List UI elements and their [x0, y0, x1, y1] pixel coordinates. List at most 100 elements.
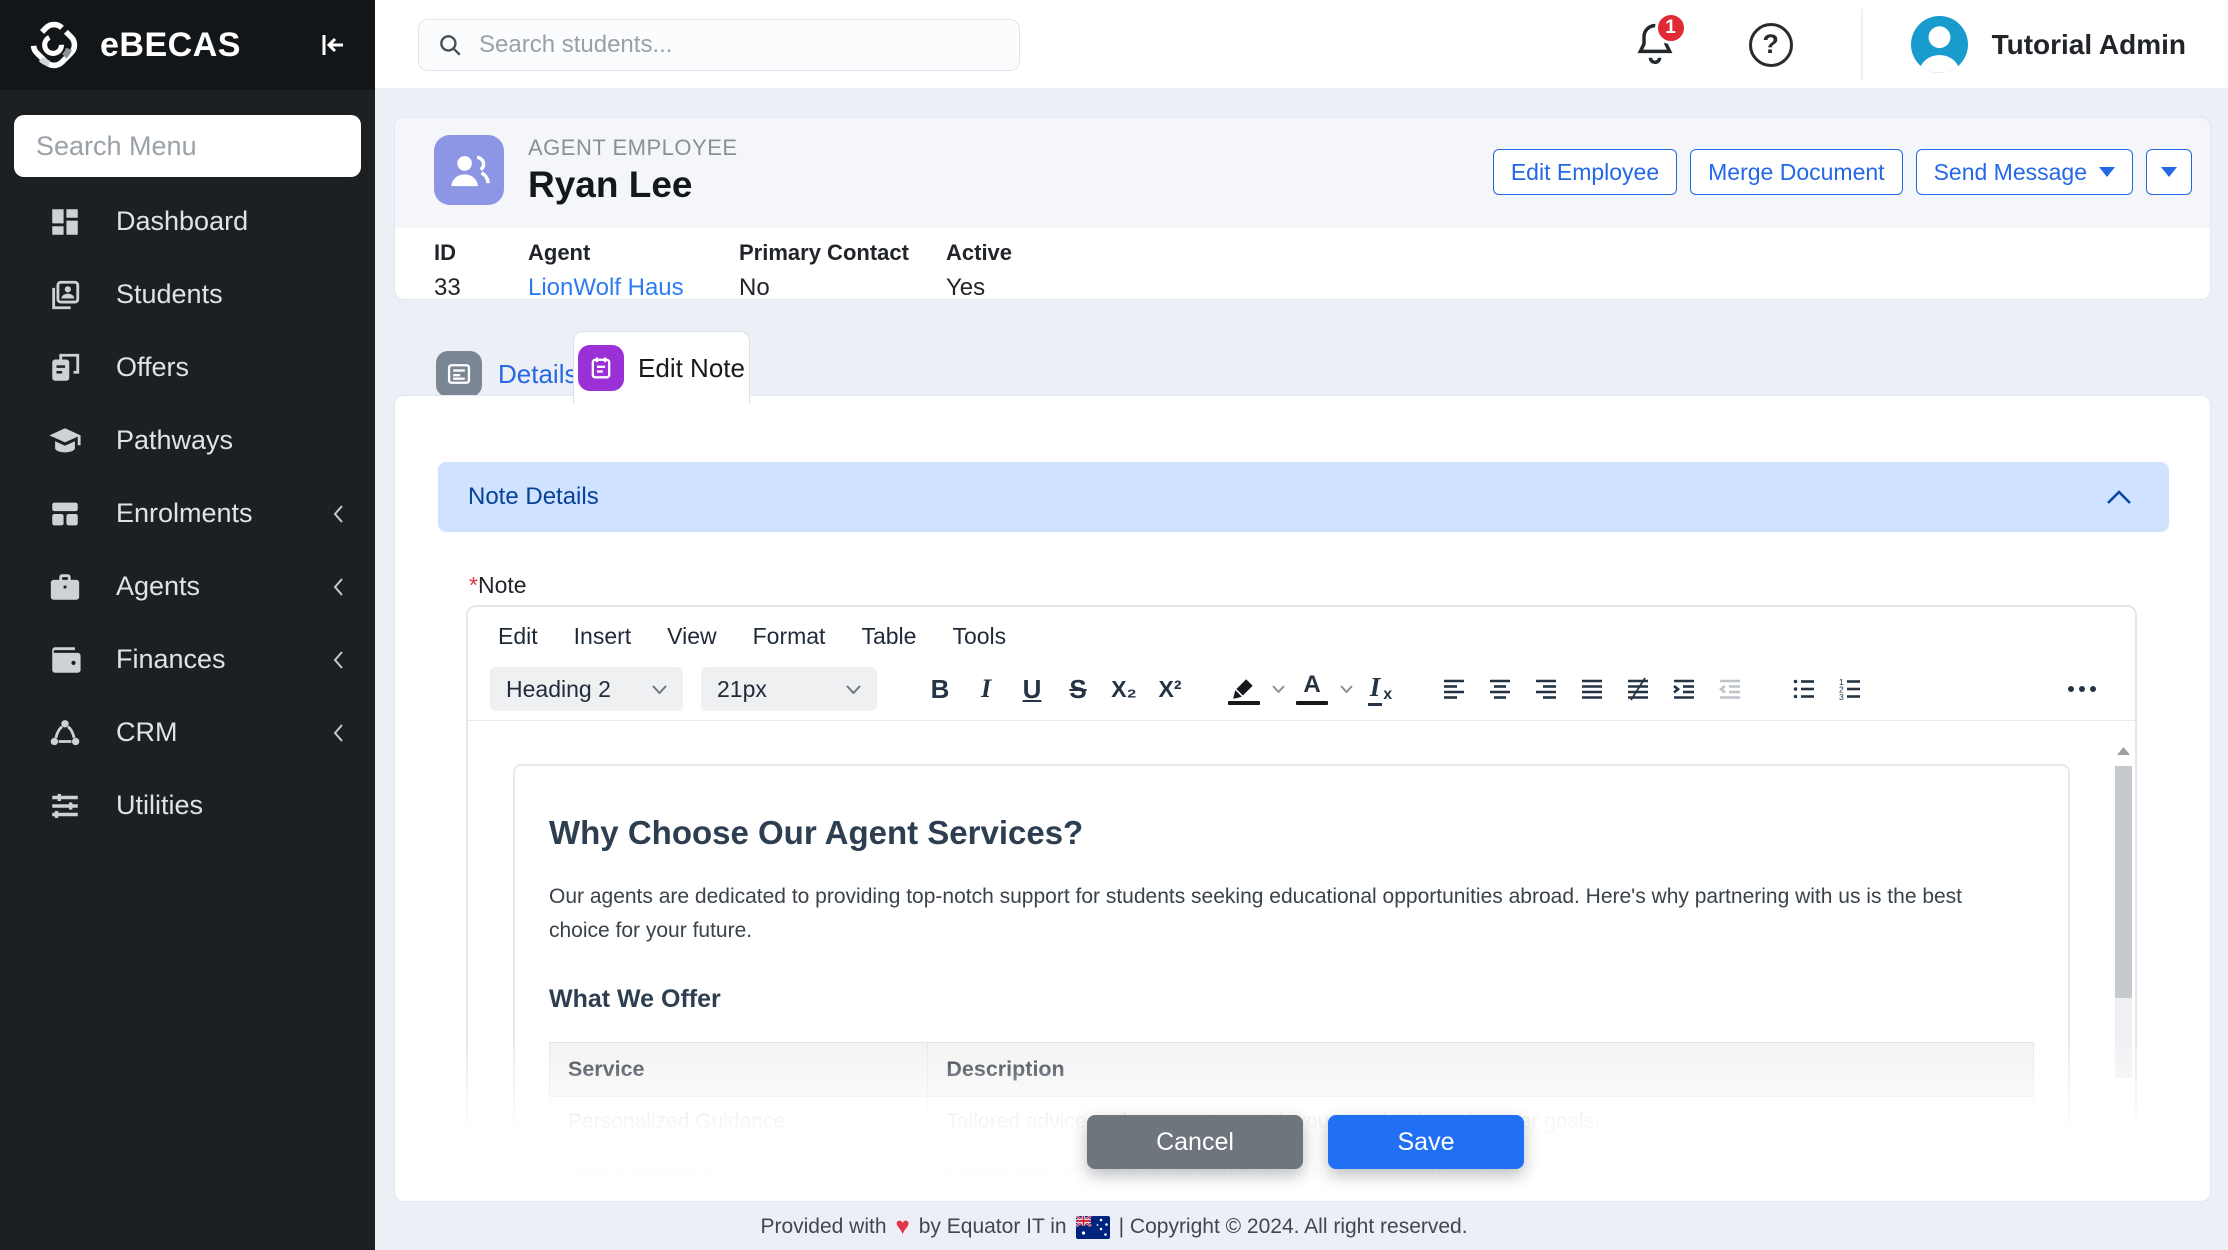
- agent-actions: Edit Employee Merge Document Send Messag…: [1493, 149, 2192, 195]
- search-icon: [437, 32, 463, 58]
- sidebar-item-offers[interactable]: Offers: [0, 331, 375, 404]
- align-right-button[interactable]: [1523, 667, 1569, 711]
- scrollbar-track: [2115, 998, 2132, 1078]
- table-header-description: Description: [928, 1043, 2034, 1097]
- menu-format[interactable]: Format: [753, 623, 826, 650]
- clear-formatting-button[interactable]: Ix: [1357, 667, 1403, 711]
- student-search-box[interactable]: [418, 19, 1020, 71]
- sidebar-item-dashboard[interactable]: Dashboard: [0, 185, 375, 258]
- note-subheading: What We Offer: [549, 985, 2034, 1014]
- outdent-button[interactable]: [1707, 667, 1753, 711]
- numbered-list-button[interactable]: 1 2 3: [1827, 667, 1873, 711]
- scrollbar-thumb[interactable]: [2115, 766, 2132, 998]
- chevron-left-icon: [332, 649, 345, 671]
- sidebar-item-label: Dashboard: [116, 206, 248, 237]
- chevron-left-icon: [332, 722, 345, 744]
- highlight-color-button[interactable]: [1221, 667, 1267, 711]
- editor-menubar: Edit Insert View Format Table Tools: [468, 607, 2135, 650]
- bold-button[interactable]: B: [917, 667, 963, 711]
- block-format-select[interactable]: Heading 2: [490, 667, 683, 711]
- heart-icon: ♥: [896, 1213, 910, 1241]
- sidebar-item-label: Agents: [116, 571, 200, 602]
- menu-view[interactable]: View: [667, 623, 716, 650]
- note-heading: Why Choose Our Agent Services?: [549, 814, 2034, 852]
- sidebar-item-crm[interactable]: CRM: [0, 696, 375, 769]
- more-actions-dropdown-button[interactable]: [2146, 149, 2192, 195]
- menu-table[interactable]: Table: [861, 623, 916, 650]
- indent-button[interactable]: [1661, 667, 1707, 711]
- question-mark-icon: ?: [1762, 29, 1779, 60]
- text-color-bar: [1296, 701, 1328, 705]
- agent-employee-icon: [434, 135, 504, 205]
- sidebar-item-pathways[interactable]: Pathways: [0, 404, 375, 477]
- topbar-divider: [1861, 9, 1863, 81]
- cancel-button[interactable]: Cancel: [1087, 1115, 1303, 1169]
- superscript-button[interactable]: X²: [1147, 667, 1193, 711]
- sidebar-collapse-icon[interactable]: [317, 29, 349, 61]
- ellipsis-icon: [2067, 685, 2097, 693]
- align-left-button[interactable]: [1431, 667, 1477, 711]
- bullet-list-button[interactable]: [1781, 667, 1827, 711]
- sidebar-search-input[interactable]: [14, 115, 361, 177]
- font-size-select[interactable]: 21px: [701, 667, 877, 711]
- strikethrough-button[interactable]: S: [1055, 667, 1101, 711]
- notifications-button[interactable]: 1: [1633, 20, 1679, 70]
- text-color-button[interactable]: A: [1289, 667, 1335, 711]
- footer-text-provided: Provided with: [760, 1215, 886, 1239]
- ebecas-logo-icon: [26, 17, 82, 73]
- topbar-right: 1 ? Tutorial Admin: [1633, 0, 2228, 89]
- chevron-up-icon[interactable]: [2105, 489, 2133, 505]
- finances-wallet-icon: [48, 643, 82, 677]
- tab-edit-note[interactable]: Edit Note: [573, 331, 750, 404]
- students-icon: [48, 278, 82, 312]
- editor-scrollbar[interactable]: [2112, 738, 2135, 1187]
- note-paragraph: Our agents are dedicated to providing to…: [549, 880, 2027, 947]
- menu-insert[interactable]: Insert: [574, 623, 632, 650]
- sidebar-item-finances[interactable]: Finances: [0, 623, 375, 696]
- notification-badge: 1: [1655, 12, 1687, 44]
- align-center-button[interactable]: [1477, 667, 1523, 711]
- edit-employee-button[interactable]: Edit Employee: [1493, 149, 1677, 195]
- sidebar: eBECAS Dashboard: [0, 0, 375, 1250]
- note-details-collapse-header[interactable]: Note Details: [438, 462, 2169, 532]
- agent-employee-card: AGENT EMPLOYEE Ryan Lee Edit Employee Me…: [394, 117, 2211, 300]
- table-header-row: Service Description: [550, 1043, 2034, 1097]
- required-asterisk: *: [469, 572, 478, 598]
- underline-button[interactable]: U: [1009, 667, 1055, 711]
- more-toolbar-options-button[interactable]: [2059, 667, 2105, 711]
- table-header-service: Service: [550, 1043, 928, 1097]
- sidebar-item-enrolments[interactable]: Enrolments: [0, 477, 375, 550]
- highlighter-icon: [1231, 677, 1257, 701]
- chevron-left-icon: [332, 576, 345, 598]
- save-button[interactable]: Save: [1328, 1115, 1524, 1169]
- student-search-input[interactable]: [477, 30, 1001, 60]
- menu-edit[interactable]: Edit: [498, 623, 538, 650]
- agent-summary-fields: ID 33 Agent LionWolf Haus Primary Contac…: [395, 228, 2210, 299]
- scrollbar-up-arrow[interactable]: [2112, 742, 2135, 760]
- page-title: Ryan Lee: [528, 164, 693, 206]
- text-color-caret[interactable]: [1335, 667, 1357, 711]
- italic-button[interactable]: I: [963, 667, 1009, 711]
- footer-text-by: by Equator IT in: [919, 1215, 1067, 1239]
- merge-document-button[interactable]: Merge Document: [1690, 149, 1902, 195]
- help-button[interactable]: ?: [1749, 23, 1793, 67]
- field-agent: Agent LionWolf Haus: [528, 228, 684, 300]
- user-name[interactable]: Tutorial Admin: [1992, 29, 2186, 61]
- agent-link[interactable]: LionWolf Haus: [528, 274, 684, 300]
- align-none-button[interactable]: [1615, 667, 1661, 711]
- menu-tools[interactable]: Tools: [952, 623, 1006, 650]
- send-message-button[interactable]: Send Message: [1916, 149, 2133, 195]
- svg-text:3: 3: [1839, 692, 1844, 701]
- sidebar-item-agents[interactable]: Agents: [0, 550, 375, 623]
- caret-down-icon: [2161, 167, 2177, 177]
- user-avatar[interactable]: [1911, 16, 1968, 73]
- align-justify-button[interactable]: [1569, 667, 1615, 711]
- rich-text-editor: Edit Insert View Format Table Tools Head…: [466, 605, 2137, 1189]
- crm-network-icon: [48, 716, 82, 750]
- subscript-button[interactable]: X₂: [1101, 667, 1147, 711]
- highlight-color-caret[interactable]: [1267, 667, 1289, 711]
- tab-details-label: Details: [498, 359, 577, 390]
- sidebar-menu: Dashboard Students: [0, 185, 375, 842]
- sidebar-item-students[interactable]: Students: [0, 258, 375, 331]
- sidebar-item-utilities[interactable]: Utilities: [0, 769, 375, 842]
